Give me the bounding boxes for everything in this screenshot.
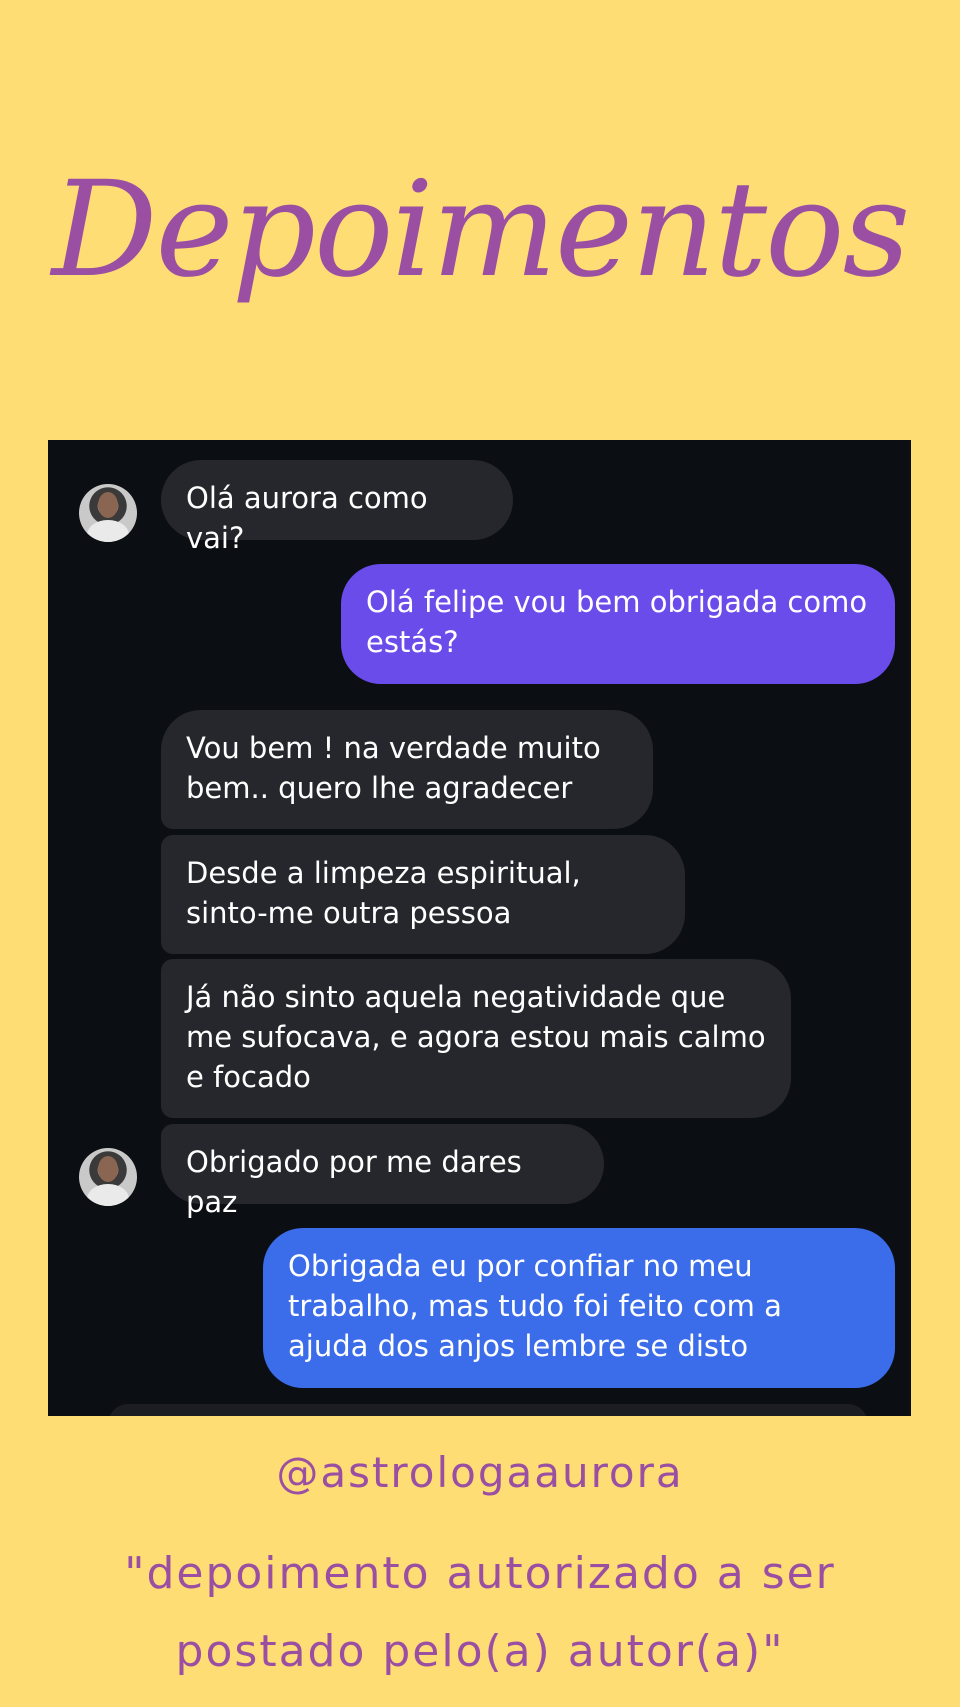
avatar-face [98,492,118,518]
message-bubble-incoming[interactable]: Obrigado por me dares paz [161,1124,604,1219]
message-bubble-outgoing[interactable]: Obrigada eu por confiar no meu trabalho,… [263,1228,895,1388]
contact-avatar[interactable] [79,1148,137,1206]
message-composer[interactable] [108,1404,868,1416]
instagram-handle: @astrologaaurora [276,1448,684,1497]
message-bubble-incoming[interactable]: Vou bem ! na verdade muito bem.. quero l… [161,710,653,829]
avatar-face [98,1156,118,1182]
authorization-note-line-1: "depoimento autorizado a ser [124,1548,836,1599]
authorization-note-line-2: postado pelo(a) autor(a)" [175,1626,785,1677]
avatar-shirt [87,1184,129,1206]
authorization-note: "depoimento autorizado a ser postado pel… [0,1535,960,1691]
contact-avatar[interactable] [79,484,137,542]
chat-screenshot: Olá aurora como vai? Olá felipe vou bem … [48,440,911,1416]
message-bubble-incoming[interactable]: Olá aurora como vai? [161,460,513,555]
page-title: Depoimentos [51,153,911,307]
message-bubble-outgoing[interactable]: Olá felipe vou bem obrigada como estás? [341,564,895,684]
message-bubble-incoming[interactable]: Desde a limpeza espiritual, sinto-me out… [161,835,685,954]
message-bubble-incoming[interactable]: Já não sinto aquela negatividade que me … [161,959,791,1118]
avatar-shirt [87,520,129,542]
